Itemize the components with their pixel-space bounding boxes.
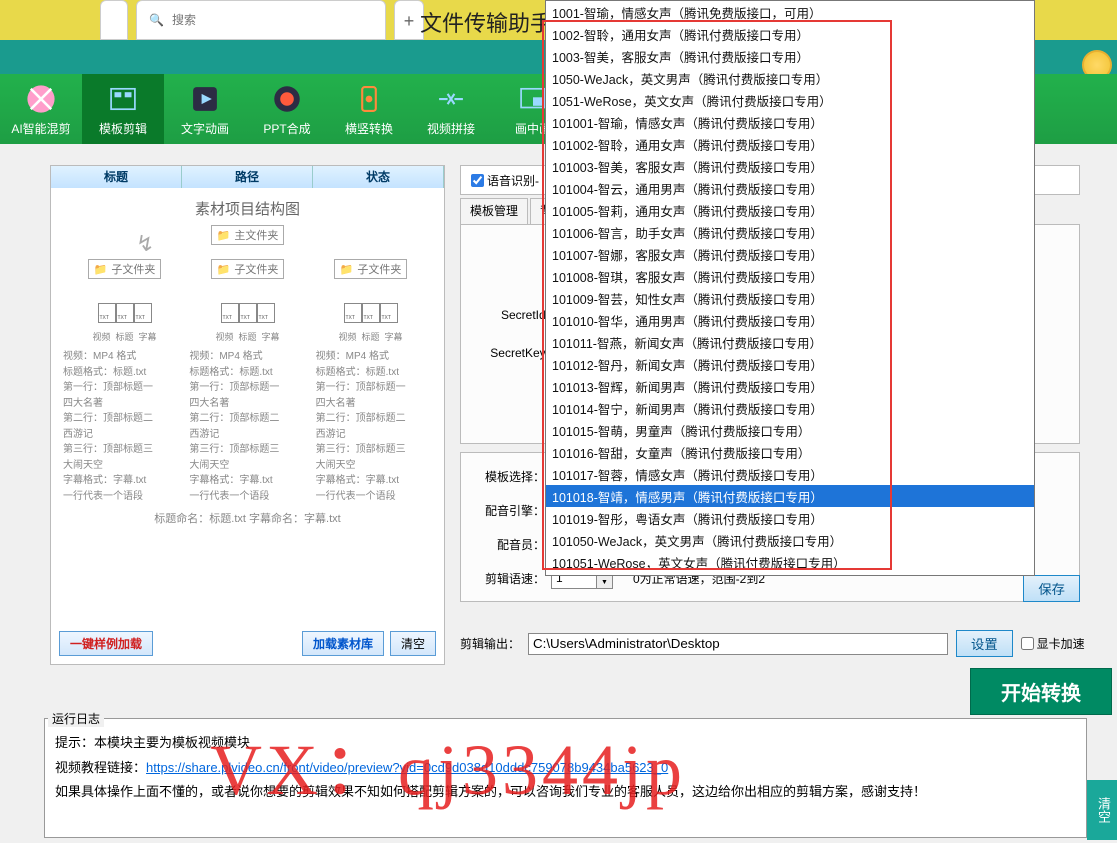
gpu-checkbox[interactable]: 显卡加速 [1021,635,1085,652]
voice-option[interactable]: 101018-智靖，情感男声（腾讯付费版接口专用） [546,485,1034,507]
log-title: 运行日志 [48,710,104,727]
tutorial-link[interactable]: https://share.plvideo.cn/front/video/pre… [146,760,668,775]
start-convert-button[interactable]: 开始转换 [970,668,1112,715]
voice-option[interactable]: 101006-智言，助手女声（腾讯付费版接口专用） [546,221,1034,243]
log-box: 提示：本模块主要为模板视频模块 视频教程链接：https://share.plv… [44,718,1087,838]
voice-option[interactable]: 101009-智芸，知性女声（腾讯付费版接口专用） [546,287,1034,309]
clear-log-button[interactable]: 清空 [1087,780,1117,840]
voice-option[interactable]: 101001-智瑜，情感女声（腾讯付费版接口专用） [546,111,1034,133]
tb-ppt[interactable]: PPT合成 [246,74,328,144]
voice-option[interactable]: 101003-智美，客服女声（腾讯付费版接口专用） [546,155,1034,177]
voice-option[interactable]: 101004-智云，通用男声（腾讯付费版接口专用） [546,177,1034,199]
voice-option[interactable]: 101017-智蓉，情感女声（腾讯付费版接口专用） [546,463,1034,485]
voice-option[interactable]: 101019-智彤，粤语女声（腾讯付费版接口专用） [546,507,1034,529]
browser-tabs: 🔍 + [100,0,424,40]
tpl-select-label: 模板选择： [473,468,545,485]
voice-option[interactable]: 101051-WeRose，英文女声（腾讯付费版接口专用） [546,551,1034,573]
asr-checkbox[interactable]: 语音识别- [471,172,539,189]
sub-folder: 📁 子文件夹 [211,259,285,279]
voice-option[interactable]: 101050-WeJack，英文男声（腾讯付费版接口专用） [546,529,1034,551]
output-path-input[interactable] [528,633,948,655]
window-title: 文件传输助手 [420,0,552,38]
tb-ai-clip[interactable]: AI智能混剪 [0,74,82,144]
voice-option[interactable]: 1050-WeJack，英文男声（腾讯付费版接口专用） [546,67,1034,89]
left-panel: 标题 路径 状态 素材项目结构图 ↯ 📁 主文件夹 📁 子文件夹 📁 子文件夹 … [50,165,445,665]
left-table-header: 标题 路径 状态 [51,166,444,188]
settings-button[interactable]: 设置 [956,630,1013,657]
tb-text-anim[interactable]: 文字动画 [164,74,246,144]
voice-option[interactable]: 101005-智莉，通用女声（腾讯付费版接口专用） [546,199,1034,221]
voice-option[interactable]: 1003-智美，客服女声（腾讯付费版接口专用） [546,45,1034,67]
voice-option[interactable]: 101011-智燕，新闻女声（腾讯付费版接口专用） [546,331,1034,353]
output-label: 剪辑输出： [460,635,520,652]
sub-folder: 📁 子文件夹 [334,259,408,279]
tab-template-mgmt[interactable]: 模板管理 [460,198,528,224]
structure-diagram: 素材项目结构图 ↯ 📁 主文件夹 📁 子文件夹 📁 子文件夹 📁 子文件夹 视频… [51,188,444,618]
voice-option[interactable]: 1002-智聆，通用女声（腾讯付费版接口专用） [546,23,1034,45]
sub-folder: 📁 子文件夹 [88,259,162,279]
search-icon: 🔍 [149,13,164,27]
clear-button[interactable]: 清空 [390,631,436,656]
voice-option[interactable]: 101008-智琪，客服女声（腾讯付费版接口专用） [546,265,1034,287]
spin-down-icon[interactable]: ▼ [597,578,612,588]
cursor-icon: ↯ [136,231,154,257]
voice-dropdown-list[interactable]: 1001-智瑜，情感女声（腾讯免费版接口，可用）1002-智聆，通用女声（腾讯付… [545,0,1035,576]
log-tip: 提示：本模块主要为模板视频模块 [55,731,1076,756]
engine-label: 配音引擎： [473,502,545,519]
secretkey-label: SecretKey: [477,346,549,360]
log-note: 如果具体操作上面不懂的，或者说你想要的剪辑效果不知如何搭配剪辑方案的，可以咨询我… [55,780,1076,805]
voice-option[interactable]: 101016-智甜，女童声（腾讯付费版接口专用） [546,441,1034,463]
voice-option[interactable]: 101013-智辉，新闻男声（腾讯付费版接口专用） [546,375,1034,397]
secretid-label: SecretId: [477,308,549,322]
load-library-button[interactable]: 加载素材库 [302,631,384,656]
voice-option[interactable]: 1001-智瑜，情感女声（腾讯免费版接口，可用） [546,1,1034,23]
voice-option[interactable]: 102000-贝蕾，客服女声（腾讯付费版接口专用） [546,573,1034,576]
voice-option[interactable]: 101002-智聆，通用女声（腾讯付费版接口专用） [546,133,1034,155]
tb-concat[interactable]: 视频拼接 [410,74,492,144]
save-button[interactable]: 保存 [1023,575,1080,602]
voice-option[interactable]: 101012-智丹，新闻女声（腾讯付费版接口专用） [546,353,1034,375]
tab-search[interactable]: 🔍 [136,0,386,40]
voice-label: 配音员： [473,536,545,553]
tb-tpl-clip[interactable]: 模板剪辑 [82,74,164,144]
voice-option[interactable]: 1051-WeRose，英文女声（腾讯付费版接口专用） [546,89,1034,111]
tab-stub[interactable] [100,0,128,40]
voice-option[interactable]: 101015-智萌，男童声（腾讯付费版接口专用） [546,419,1034,441]
tb-orient[interactable]: 横竖转换 [328,74,410,144]
voice-option[interactable]: 101007-智娜，客服女声（腾讯付费版接口专用） [546,243,1034,265]
search-input[interactable] [172,13,352,27]
voice-option[interactable]: 101014-智宁，新闻男声（腾讯付费版接口专用） [546,397,1034,419]
load-sample-button[interactable]: 一键样例加载 [59,631,153,656]
main-folder: 📁 主文件夹 [211,225,285,245]
speed-label: 剪辑语速： [473,570,545,587]
voice-option[interactable]: 101010-智华，通用男声（腾讯付费版接口专用） [546,309,1034,331]
